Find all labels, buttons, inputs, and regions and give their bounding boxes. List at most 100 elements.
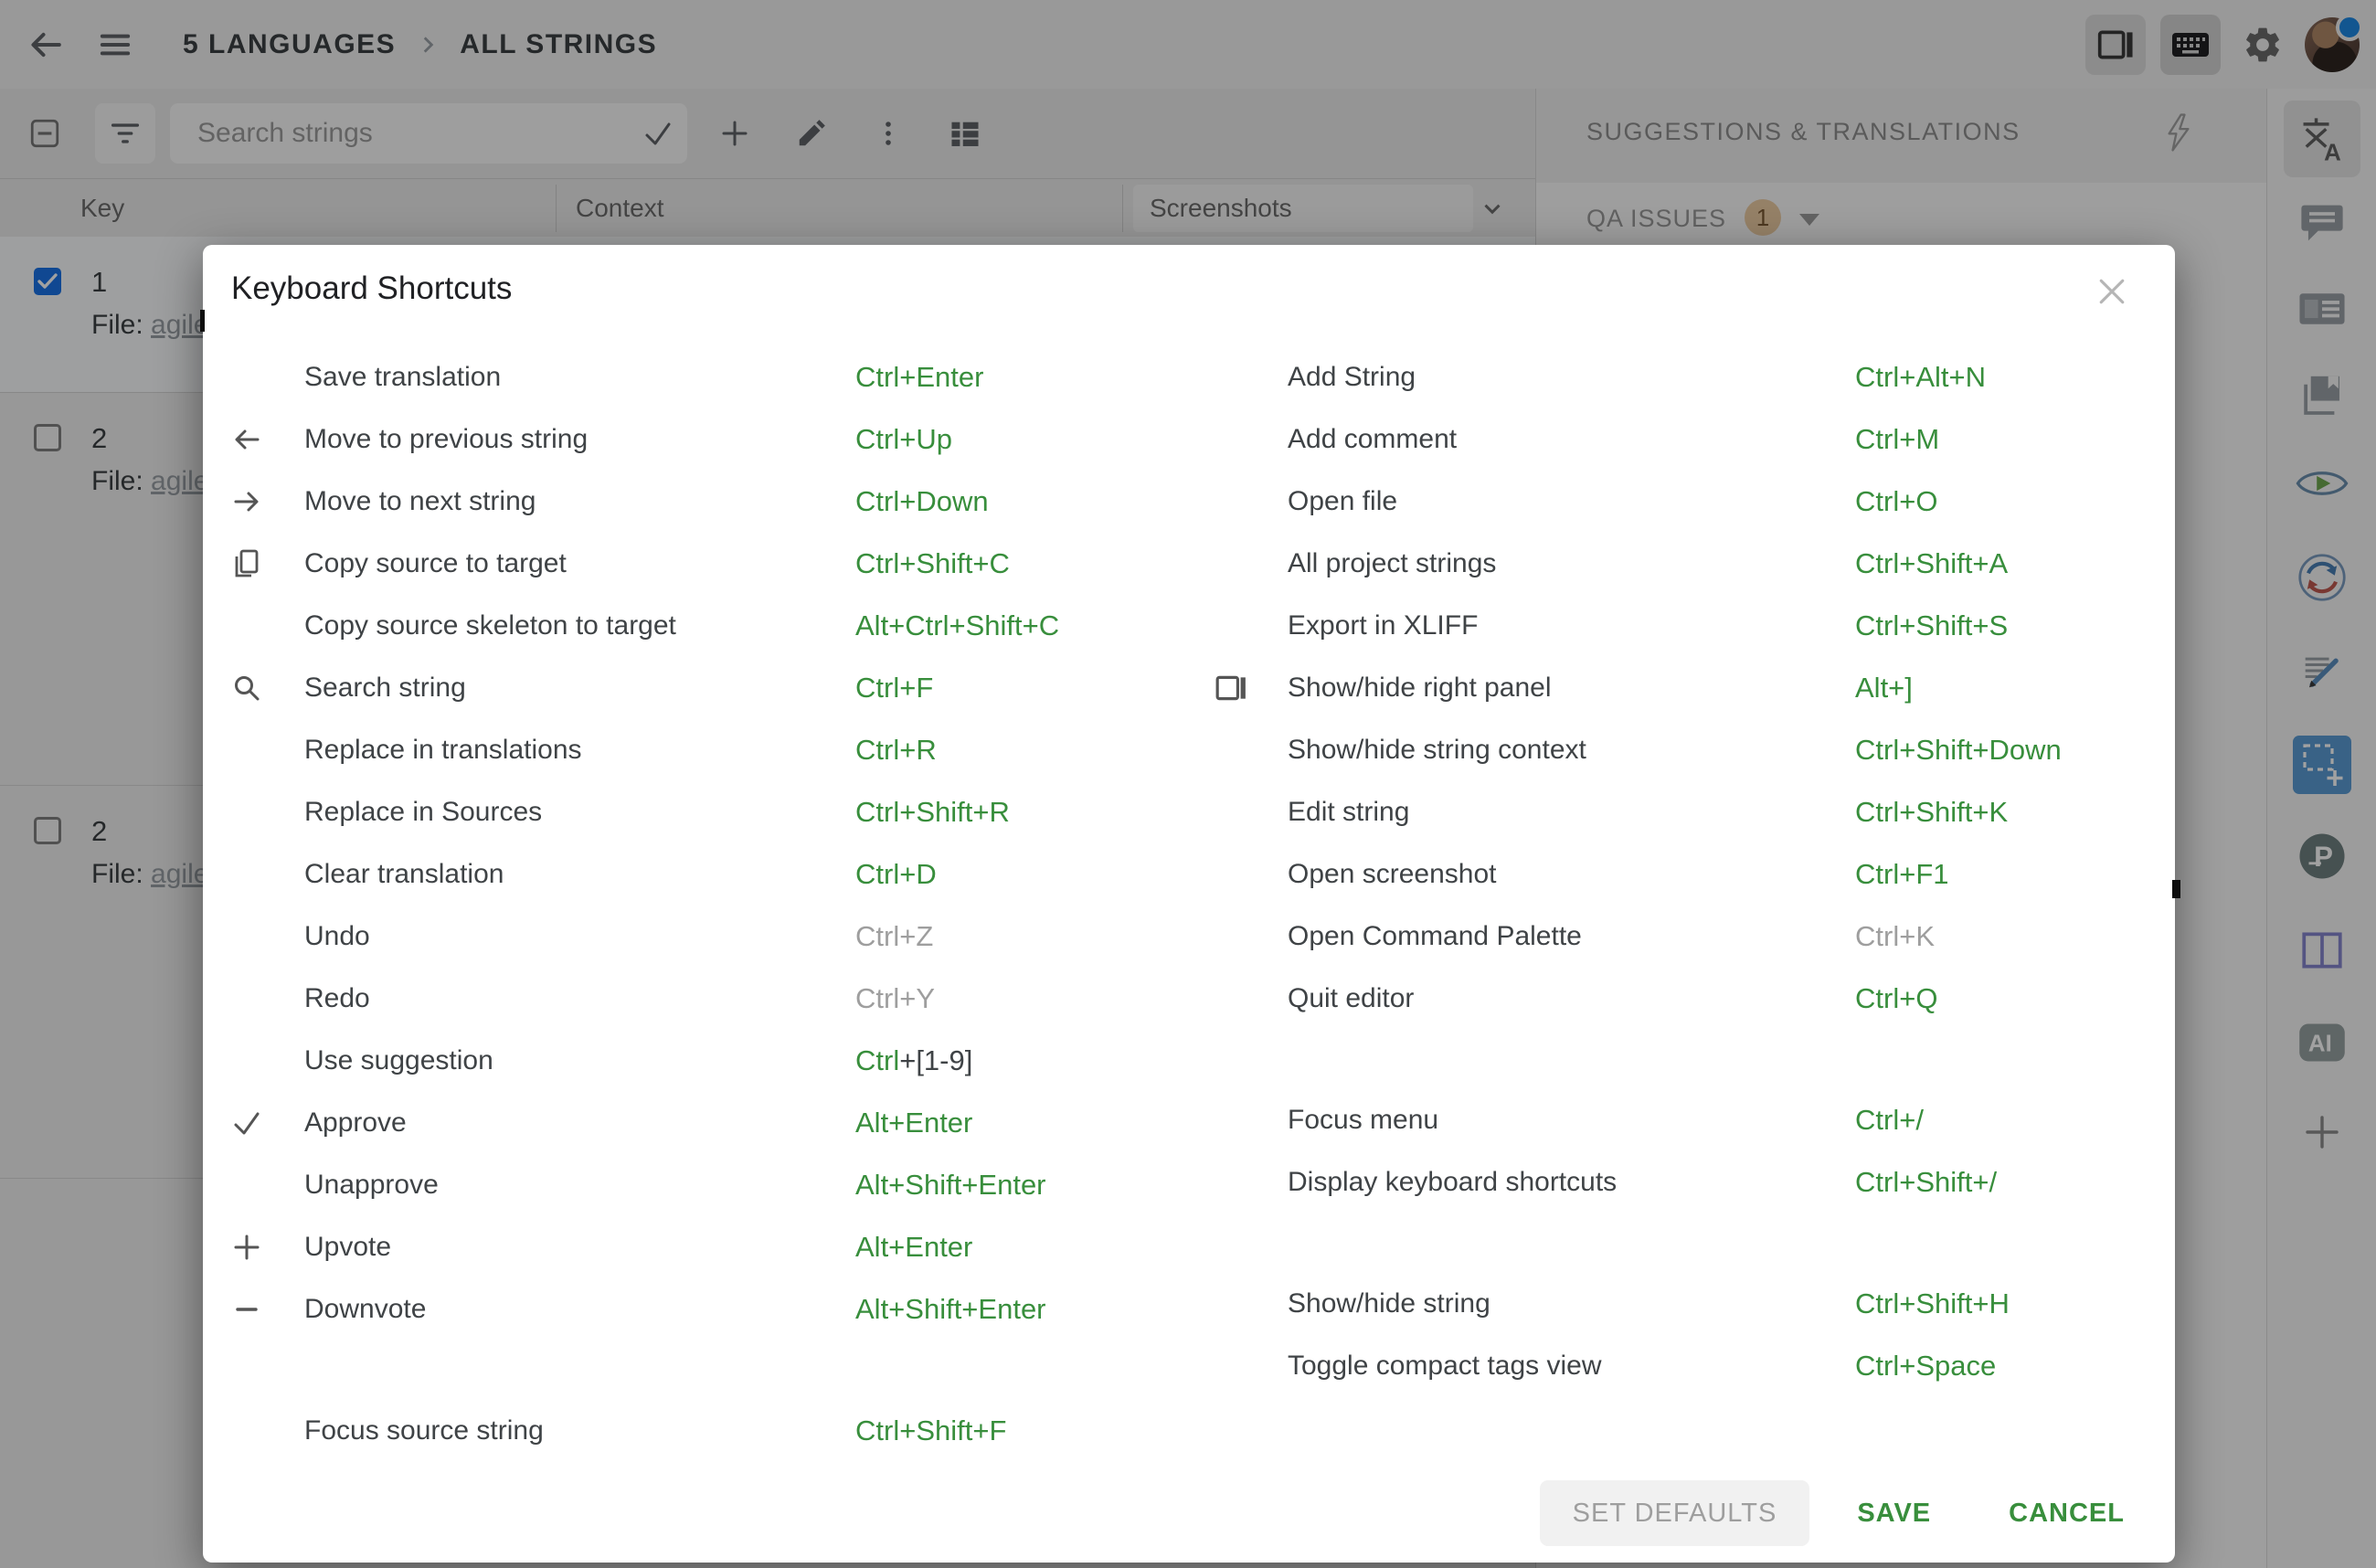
shortcut-key-combo[interactable]: Ctrl+O: [1855, 485, 1937, 517]
shortcut-label: Show/hide string context: [1288, 735, 1586, 765]
shortcut-row: Replace in translations Ctrl+R: [231, 719, 1215, 781]
shortcut-key-combo[interactable]: Ctrl+Shift+S: [1855, 609, 2008, 641]
shortcut-row: Show/hide string Ctrl+Shift+H: [1215, 1273, 2148, 1335]
shortcut-row: Focus menu Ctrl+/: [1215, 1089, 2148, 1151]
shortcut-label: Use suggestion: [304, 1045, 493, 1075]
shortcut-keys[interactable]: Ctrl+Space: [1855, 1350, 1996, 1383]
shortcut-keys[interactable]: Ctrl+Shift+C: [855, 547, 1010, 580]
shortcut-key-combo[interactable]: Ctrl+Shift+A: [1855, 547, 2008, 579]
shortcut-keys[interactable]: Ctrl+F: [855, 672, 933, 705]
shortcut-row: Show/hide right panel Alt+]: [1215, 657, 2148, 719]
shortcut-label: Redo: [304, 983, 370, 1013]
shortcut-row: Open file Ctrl+O: [1215, 471, 2148, 533]
shortcut-row: Add comment Ctrl+M: [1215, 408, 2148, 471]
shortcut-keys[interactable]: Ctrl+Down: [855, 485, 989, 518]
shortcut-row: Add String Ctrl+Alt+N: [1215, 346, 2148, 408]
shortcut-keys[interactable]: Ctrl+Enter: [855, 361, 983, 394]
shortcut-key-combo[interactable]: Alt+Shift+Enter: [855, 1293, 1046, 1325]
shortcut-key-combo[interactable]: Ctrl+/: [1855, 1104, 1924, 1136]
shortcut-label: Quit editor: [1288, 983, 1415, 1013]
close-icon[interactable]: [2093, 272, 2131, 311]
shortcut-row: Replace in Sources Ctrl+Shift+R: [231, 781, 1215, 843]
shortcut-keys[interactable]: Alt+Enter: [855, 1107, 972, 1139]
shortcut-key-combo[interactable]: Alt+Enter: [855, 1107, 972, 1139]
shortcut-key-combo[interactable]: Ctrl+Space: [1855, 1350, 1996, 1382]
copy-icon: [231, 548, 304, 579]
shortcut-key-combo[interactable]: Ctrl+Shift+F: [855, 1414, 1006, 1446]
shortcut-keys[interactable]: Ctrl+Y: [855, 982, 935, 1015]
shortcut-key-combo[interactable]: Ctrl+Shift+C: [855, 547, 1010, 579]
shortcut-key-combo[interactable]: Ctrl+F: [855, 672, 933, 704]
shortcut-key-combo[interactable]: Ctrl+Up: [855, 423, 952, 455]
shortcut-keys[interactable]: Ctrl+Shift+A: [1855, 547, 2008, 580]
shortcut-keys[interactable]: Ctrl+O: [1855, 485, 1937, 518]
shortcut-keys[interactable]: Ctrl+Shift+H: [1855, 1287, 2010, 1320]
shortcut-key-combo[interactable]: Ctrl+Shift+/: [1855, 1166, 1997, 1198]
shortcut-keys[interactable]: Ctrl+Z: [855, 920, 933, 953]
shortcut-key-combo[interactable]: Ctrl+K: [1855, 920, 1935, 952]
shortcut-label: Focus source string: [304, 1415, 544, 1446]
shortcut-key-combo[interactable]: Ctrl+Shift+Down: [1855, 734, 2062, 766]
shortcut-key-combo[interactable]: Ctrl+D: [855, 858, 937, 890]
shortcut-row: Unapprove Alt+Shift+Enter: [231, 1154, 1215, 1216]
shortcut-key-combo[interactable]: Ctrl+Q: [1855, 982, 1937, 1014]
shortcut-label: Replace in Sources: [304, 797, 543, 827]
shortcut-keys[interactable]: Alt+Ctrl+Shift+C: [855, 609, 1059, 642]
shortcut-key-combo[interactable]: Ctrl+Enter: [855, 361, 983, 393]
save-button[interactable]: SAVE: [1857, 1499, 1931, 1529]
shortcut-key-combo[interactable]: Ctrl+Z: [855, 920, 933, 952]
shortcut-label: Move to next string: [304, 486, 536, 516]
shortcut-keys[interactable]: Ctrl+F1: [1855, 858, 1949, 891]
shortcut-key-combo[interactable]: +[1-9]: [899, 1044, 972, 1076]
shortcut-label: Open Command Palette: [1288, 921, 1582, 951]
shortcut-label: Upvote: [304, 1232, 392, 1262]
cancel-button[interactable]: CANCEL: [2009, 1499, 2125, 1529]
shortcut-key-combo[interactable]: Ctrl+Alt+N: [1855, 361, 1986, 393]
shortcut-row: All project strings Ctrl+Shift+A: [1215, 533, 2148, 595]
shortcut-keys[interactable]: Ctrl+Shift+R: [855, 796, 1010, 829]
dialog-title: Keyboard Shortcuts: [231, 270, 513, 306]
shortcut-key-combo[interactable]: Ctrl: [855, 1044, 899, 1076]
shortcut-keys[interactable]: Ctrl+Shift+/: [1855, 1166, 1997, 1199]
shortcut-keys[interactable]: Ctrl+/: [1855, 1104, 1924, 1137]
shortcut-keys[interactable]: Alt+Enter: [855, 1231, 972, 1264]
shortcut-keys[interactable]: Ctrl+[1-9]: [855, 1044, 972, 1077]
shortcut-keys[interactable]: Ctrl+M: [1855, 423, 1939, 456]
shortcut-keys[interactable]: Ctrl+Shift+Down: [1855, 734, 2062, 767]
shortcut-keys[interactable]: Ctrl+Shift+S: [1855, 609, 2008, 642]
shortcut-key-combo[interactable]: Alt+Shift+Enter: [855, 1169, 1046, 1201]
shortcut-label: Edit string: [1288, 797, 1410, 827]
shortcut-keys[interactable]: Ctrl+Alt+N: [1855, 361, 1986, 394]
shortcut-label: Move to previous string: [304, 424, 589, 454]
shortcut-label: Export in XLIFF: [1288, 610, 1479, 641]
shortcut-label: Focus menu: [1288, 1105, 1439, 1135]
shortcut-key-combo[interactable]: Ctrl+Shift+K: [1855, 796, 2008, 828]
minus-icon: [231, 1294, 304, 1325]
shortcut-key-combo[interactable]: Alt+Ctrl+Shift+C: [855, 609, 1059, 641]
shortcut-key-combo[interactable]: Ctrl+R: [855, 734, 937, 766]
shortcut-keys[interactable]: Ctrl+Up: [855, 423, 952, 456]
shortcut-key-combo[interactable]: Ctrl+Y: [855, 982, 935, 1014]
set-defaults-button[interactable]: SET DEFAULTS: [1539, 1480, 1810, 1546]
shortcut-keys[interactable]: Ctrl+Q: [1855, 982, 1937, 1015]
shortcut-keys[interactable]: Alt+]: [1855, 672, 1913, 705]
artifact-tick: [2172, 880, 2180, 898]
shortcut-keys[interactable]: Ctrl+K: [1855, 920, 1935, 953]
shortcut-label: Copy source to target: [304, 548, 567, 578]
shortcut-key-combo[interactable]: Ctrl+M: [1855, 423, 1939, 455]
shortcut-keys[interactable]: Alt+Shift+Enter: [855, 1169, 1046, 1202]
shortcut-key-combo[interactable]: Ctrl+F1: [1855, 858, 1949, 890]
shortcut-key-combo[interactable]: Ctrl+Shift+H: [1855, 1287, 2010, 1319]
shortcut-keys[interactable]: Ctrl+Shift+K: [1855, 796, 2008, 829]
shortcuts-column-left: Save translation Ctrl+Enter Move to previo…: [231, 346, 1215, 1462]
shortcut-keys[interactable]: Ctrl+Shift+F: [855, 1414, 1006, 1447]
shortcut-label: Show/hide string: [1288, 1288, 1490, 1319]
shortcut-key-combo[interactable]: Ctrl+Shift+R: [855, 796, 1010, 828]
shortcut-keys[interactable]: Ctrl+R: [855, 734, 937, 767]
shortcut-key-combo[interactable]: Alt+Enter: [855, 1231, 972, 1263]
shortcut-key-combo[interactable]: Ctrl+Down: [855, 485, 989, 517]
dialog-footer: SET DEFAULTS SAVE CANCEL: [1539, 1480, 2125, 1546]
shortcut-key-combo[interactable]: Alt+]: [1855, 672, 1913, 704]
shortcut-keys[interactable]: Ctrl+D: [855, 858, 937, 891]
shortcut-keys[interactable]: Alt+Shift+Enter: [855, 1293, 1046, 1326]
